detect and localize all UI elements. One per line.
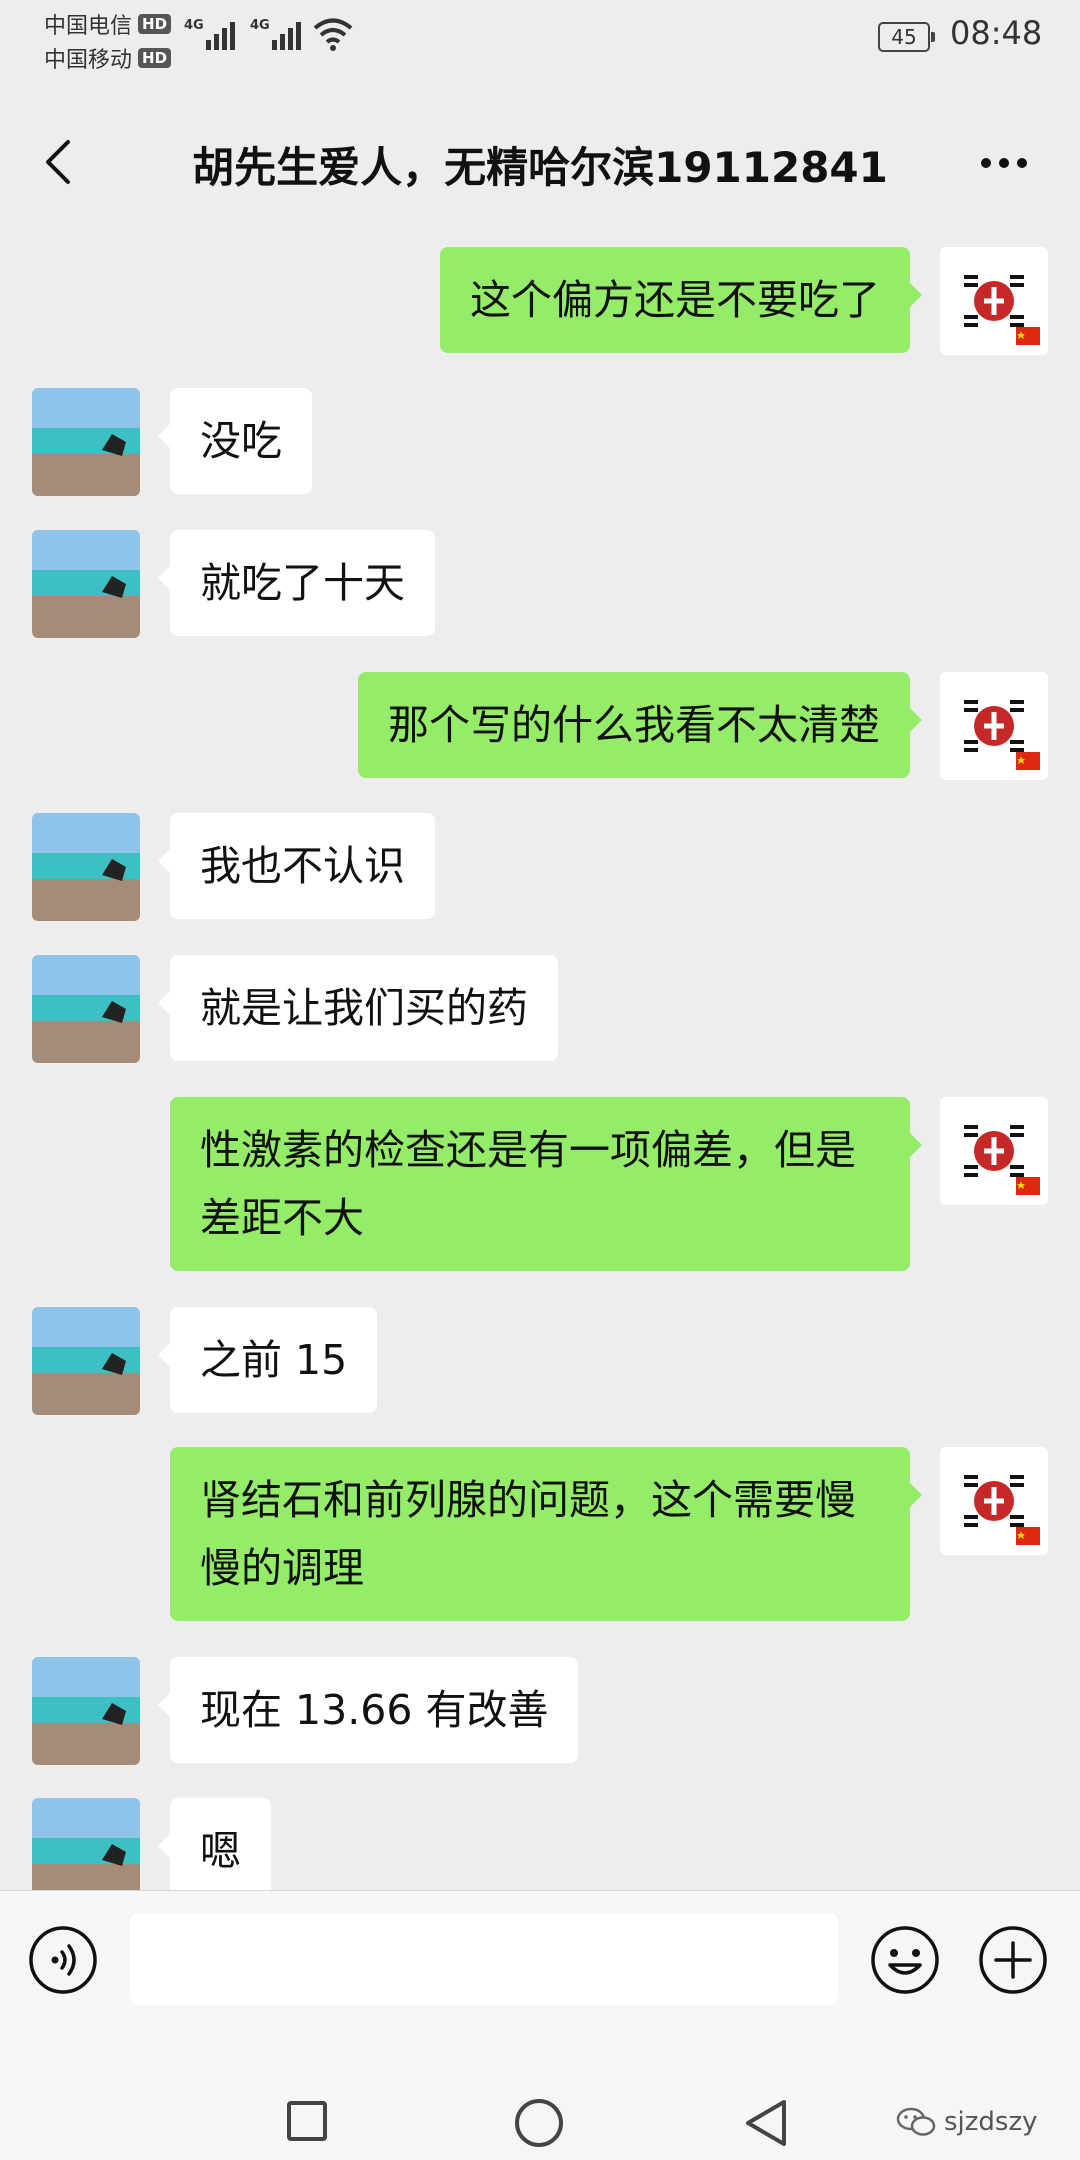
home-icon[interactable] xyxy=(514,2098,564,2148)
my-avatar[interactable] xyxy=(940,672,1048,780)
contact-avatar[interactable] xyxy=(32,530,140,638)
message-bubble-outgoing[interactable]: 性激素的检查还是有一项偏差，但是差距不大 xyxy=(170,1097,922,1271)
message-bubble-incoming[interactable]: 我也不认识 xyxy=(158,813,435,919)
message-bubble-incoming[interactable]: 嗯 xyxy=(158,1798,271,1890)
clinic-logo-icon xyxy=(940,1447,1048,1555)
beach-photo-icon xyxy=(32,813,140,921)
chat-message-list: 这个偏方还是不要吃了 没吃 就吃了十天 那个写的什么我看不太清楚 我也不认识 就… xyxy=(0,225,1080,1890)
network-type-2: 4G xyxy=(250,18,270,33)
watermark: sjzdszy xyxy=(896,2106,1038,2138)
my-avatar[interactable] xyxy=(940,1097,1048,1205)
beach-photo-icon xyxy=(32,1657,140,1765)
battery-icon: 45 xyxy=(878,22,935,52)
message-bubble-incoming[interactable]: 就吃了十天 xyxy=(158,530,435,636)
message-input[interactable] xyxy=(130,1913,838,2005)
emoji-icon[interactable] xyxy=(870,1925,940,1995)
message-bubble-incoming[interactable]: 没吃 xyxy=(158,388,312,494)
clinic-logo-icon xyxy=(940,1097,1048,1205)
my-avatar[interactable] xyxy=(940,1447,1048,1555)
carrier-1-label: 中国电信 xyxy=(44,14,133,39)
my-avatar[interactable] xyxy=(940,247,1048,355)
wechat-logo-icon xyxy=(896,2107,936,2136)
wifi-icon xyxy=(313,18,353,51)
contact-avatar[interactable] xyxy=(32,955,140,1063)
signal-icon: 4G xyxy=(184,18,238,50)
plus-icon[interactable] xyxy=(978,1925,1048,1995)
back-icon[interactable] xyxy=(744,2098,788,2148)
watermark-text: sjzdszy xyxy=(944,2107,1038,2137)
message-input-bar xyxy=(0,1890,1080,2021)
beach-photo-icon xyxy=(32,1798,140,1890)
chat-title: 胡先生爱人，无精哈尔滨19112841 xyxy=(192,143,888,192)
hd-badge: HD xyxy=(138,14,172,34)
carrier-2: 中国移动 HD xyxy=(44,42,172,74)
signal-icon: 4G xyxy=(250,18,304,50)
message-bubble-incoming[interactable]: 之前 15 xyxy=(157,1307,378,1413)
beach-photo-icon xyxy=(32,955,140,1063)
message-bubble-outgoing[interactable]: 那个写的什么我看不太清楚 xyxy=(358,672,922,778)
hd-badge: HD xyxy=(138,48,172,68)
message-bubble-incoming[interactable]: 现在 13.66 有改善 xyxy=(157,1657,579,1763)
chat-header: 胡先生爱人，无精哈尔滨19112841 xyxy=(0,110,1080,220)
contact-avatar[interactable] xyxy=(32,1307,140,1415)
carrier-1: 中国电信 HD xyxy=(44,8,172,40)
beach-photo-icon xyxy=(32,388,140,496)
contact-avatar[interactable] xyxy=(32,388,140,496)
message-bubble-incoming[interactable]: 就是让我们买的药 xyxy=(158,955,558,1061)
message-bubble-outgoing[interactable]: 肾结石和前列腺的问题，这个需要慢慢的调理 xyxy=(170,1447,922,1621)
back-arrow-icon[interactable] xyxy=(34,134,90,190)
clinic-logo-icon xyxy=(940,247,1048,355)
status-bar: 中国电信 HD 中国移动 HD 4G 4G 45 08:48 xyxy=(0,0,1080,110)
beach-photo-icon xyxy=(32,1307,140,1415)
beach-photo-icon xyxy=(32,530,140,638)
contact-avatar[interactable] xyxy=(32,1657,140,1765)
voice-icon[interactable] xyxy=(28,1925,98,1995)
network-type-1: 4G xyxy=(184,18,204,33)
contact-avatar[interactable] xyxy=(32,1798,140,1890)
battery-level: 45 xyxy=(891,25,917,49)
carrier-2-label: 中国移动 xyxy=(44,48,133,73)
message-bubble-outgoing[interactable]: 这个偏方还是不要吃了 xyxy=(440,247,922,353)
more-options-icon[interactable] xyxy=(974,138,1034,188)
status-time: 08:48 xyxy=(950,14,1043,52)
clinic-logo-icon xyxy=(940,672,1048,780)
system-nav-bar: sjzdszy xyxy=(0,2020,1080,2160)
recent-apps-icon[interactable] xyxy=(286,2100,328,2142)
contact-avatar[interactable] xyxy=(32,813,140,921)
